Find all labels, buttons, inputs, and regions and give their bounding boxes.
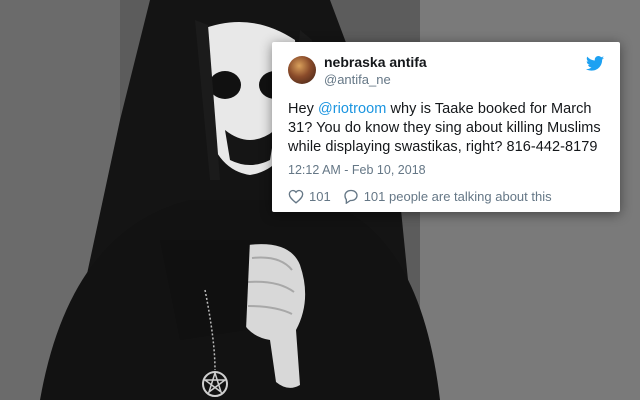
author-names: nebraska antifa @antifa_ne xyxy=(324,54,427,88)
like-button[interactable]: 101 xyxy=(288,189,331,204)
like-count: 101 xyxy=(309,189,331,204)
user-handle[interactable]: @antifa_ne xyxy=(324,71,427,88)
display-name[interactable]: nebraska antifa xyxy=(324,54,427,71)
tweet-text-start: Hey xyxy=(288,101,319,117)
tweet-header: nebraska antifa @antifa_ne xyxy=(288,54,604,90)
conversation-link[interactable]: 101 people are talking about this xyxy=(343,189,552,204)
heart-icon xyxy=(288,189,304,204)
twitter-bird-icon[interactable] xyxy=(586,56,604,71)
talking-about-text: 101 people are talking about this xyxy=(363,189,552,204)
tweet-card[interactable]: nebraska antifa @antifa_ne Hey @riotroom… xyxy=(272,42,620,212)
avatar[interactable] xyxy=(288,56,316,84)
tweet-timestamp[interactable]: 12:12 AM - Feb 10, 2018 xyxy=(288,163,604,177)
mention-link[interactable]: @riotroom xyxy=(318,101,386,117)
speech-bubble-icon xyxy=(344,189,358,204)
tweet-actions: 101 101 people are talking about this xyxy=(288,189,604,204)
tweet-text: Hey @riotroom why is Taake booked for Ma… xyxy=(288,100,604,157)
